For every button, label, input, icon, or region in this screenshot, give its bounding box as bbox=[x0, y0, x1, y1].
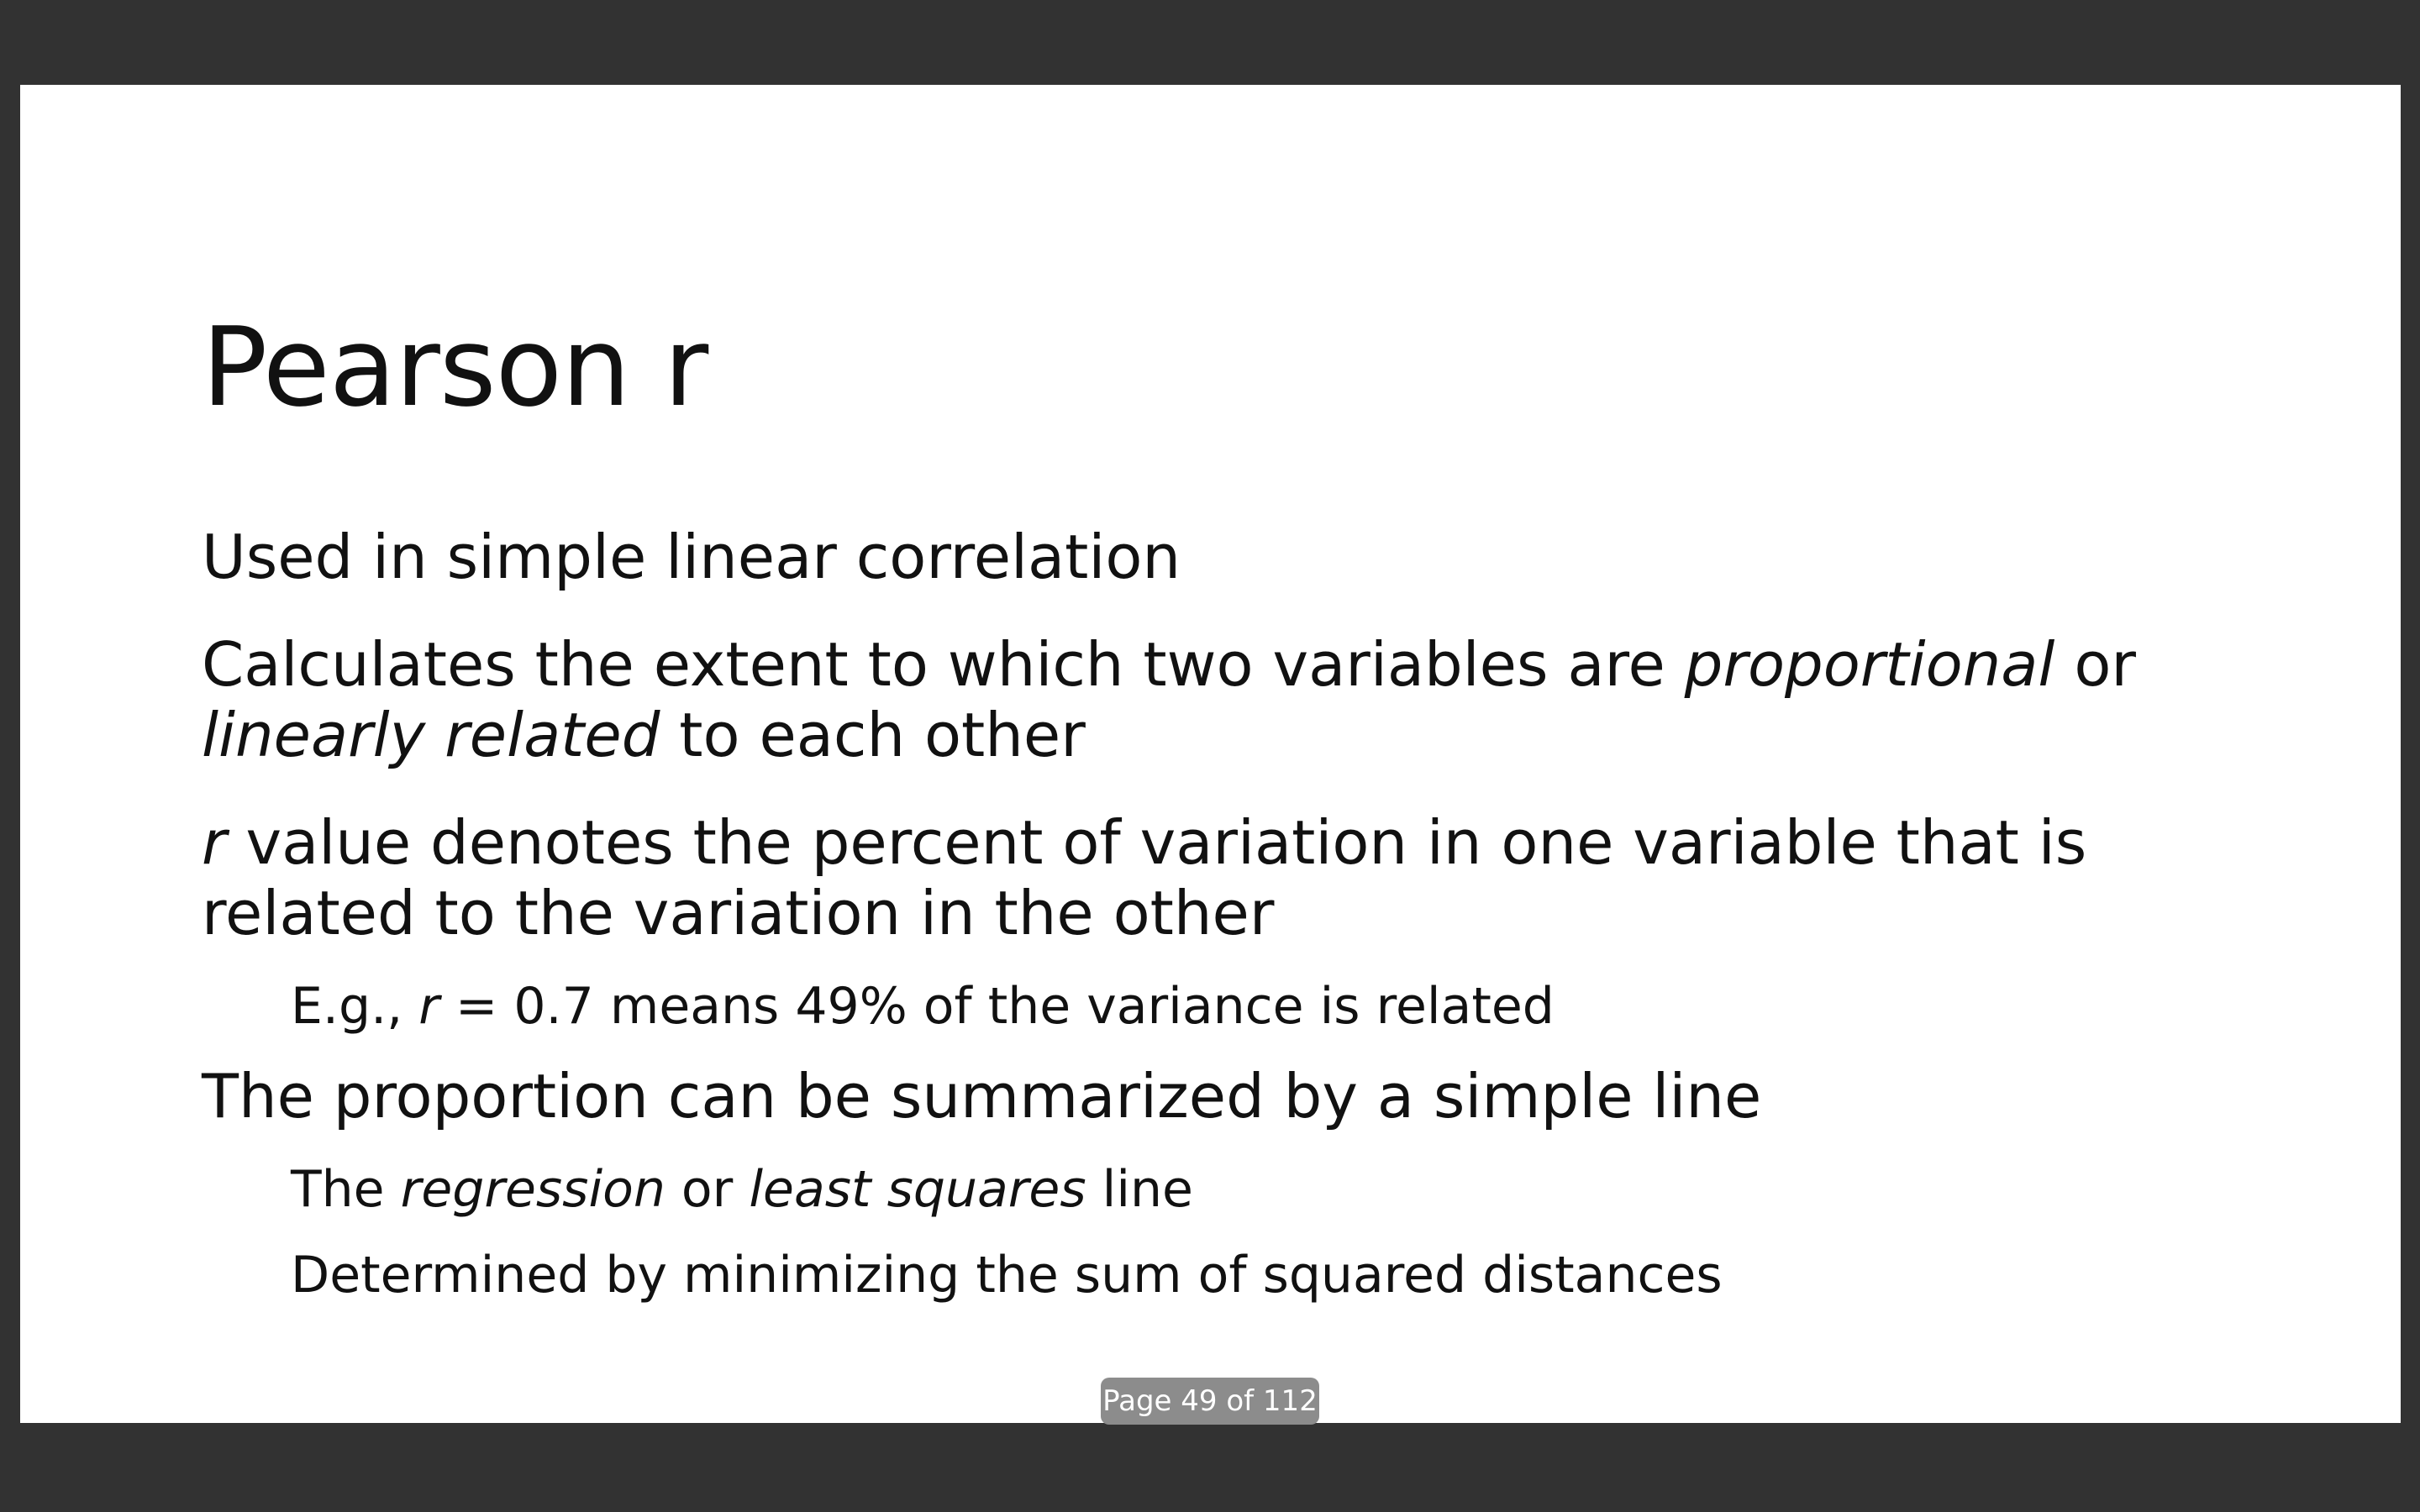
sub-bullet-item: The regression or least squares line bbox=[291, 1158, 2252, 1221]
bullet-text: The proportion can be summarized by a si… bbox=[202, 1061, 1762, 1131]
sub-bullet-item: E.g., r = 0.7 means 49% of the variance … bbox=[291, 975, 2252, 1037]
emphasis-text: least squares bbox=[749, 1160, 1086, 1219]
bullet-text: related to the variation in the other bbox=[202, 878, 1275, 948]
slide-bullet-list: Used in simple linear correlation Calcul… bbox=[202, 522, 2252, 1330]
bullet-item: Used in simple linear correlation bbox=[202, 522, 2252, 592]
emphasis-text: r bbox=[202, 807, 227, 878]
sub-bullet-text: line bbox=[1086, 1160, 1193, 1219]
bullet-item: Calculates the extent to which two varia… bbox=[202, 629, 2252, 770]
slide-page: Pearson r Used in simple linear correlat… bbox=[20, 85, 2401, 1423]
page-indicator: Page 49 of 112 bbox=[1101, 1378, 1319, 1425]
emphasis-text: r bbox=[418, 977, 439, 1036]
document-viewer: Pearson r Used in simple linear correlat… bbox=[0, 0, 2420, 1512]
slide-title: Pearson r bbox=[202, 303, 708, 431]
bullet-item: r value denotes the percent of variation… bbox=[202, 807, 2252, 948]
emphasis-text: regression bbox=[400, 1160, 666, 1219]
sub-bullet-item: Determined by minimizing the sum of squa… bbox=[291, 1244, 2252, 1306]
sub-bullet-text: or bbox=[665, 1160, 750, 1219]
sub-bullet-text: E.g., bbox=[291, 977, 419, 1036]
bullet-text: Calculates the extent to which two varia… bbox=[202, 629, 1685, 700]
bullet-text: value denotes the percent of variation i… bbox=[226, 807, 2087, 878]
emphasis-text: linearly related bbox=[202, 700, 660, 770]
bullet-text: to each other bbox=[660, 700, 1086, 770]
sub-bullet-text: = 0.7 means 49% of the variance is relat… bbox=[439, 977, 1555, 1036]
emphasis-text: proportional bbox=[1684, 629, 2055, 700]
bullet-text: Used in simple linear correlation bbox=[202, 522, 1181, 592]
bullet-item: The proportion can be summarized by a si… bbox=[202, 1061, 2252, 1131]
sub-bullet-text: Determined by minimizing the sum of squa… bbox=[291, 1246, 1723, 1305]
sub-bullet-text: The bbox=[291, 1160, 401, 1219]
bullet-text: or bbox=[2054, 629, 2136, 700]
